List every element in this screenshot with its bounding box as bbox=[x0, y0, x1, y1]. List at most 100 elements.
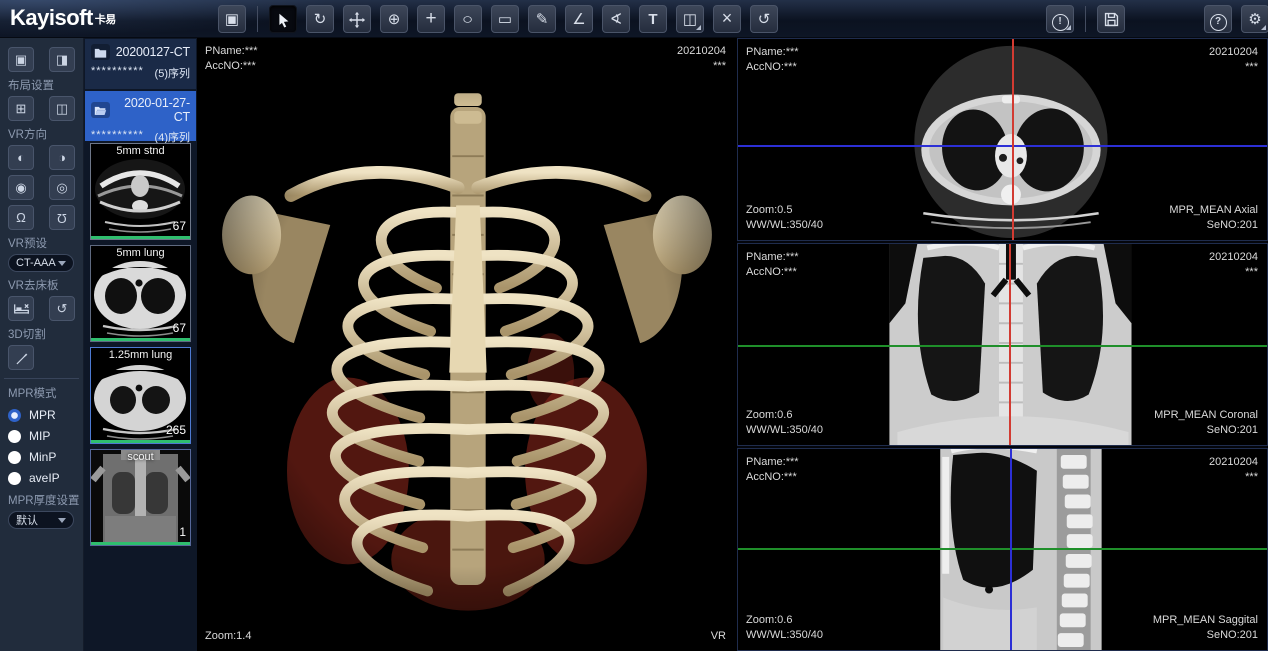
thumbnail-progress-bar bbox=[91, 338, 190, 341]
radio-mip[interactable]: MIP bbox=[8, 429, 75, 443]
vr-feet-button[interactable]: Ω bbox=[49, 205, 75, 230]
radio-icon bbox=[8, 430, 21, 443]
vr-preset-select[interactable]: CT-AAA bbox=[8, 254, 74, 272]
radio-icon bbox=[8, 472, 21, 485]
rectangle-icon: ▭ bbox=[498, 11, 512, 28]
thumbnail-progress-bar bbox=[91, 440, 190, 443]
delete-annotation-button[interactable]: × bbox=[713, 5, 741, 33]
vr-left-button[interactable]: ◉ bbox=[8, 175, 34, 200]
radio-selected-icon bbox=[8, 409, 21, 422]
close-icon: × bbox=[722, 8, 733, 28]
vr-viewport[interactable]: PName:*** AccNO:*** 20210204 *** Zoom:1.… bbox=[197, 38, 735, 651]
study-item-2-selected[interactable]: 2020-01-27-CT ********** (4)序列 bbox=[85, 91, 196, 141]
report-icon: ! bbox=[1052, 14, 1069, 31]
thumbnail-image-count: 1 bbox=[179, 525, 186, 539]
layout-single-button[interactable]: ▣ bbox=[8, 47, 34, 72]
window-level-icon: ◫ bbox=[683, 11, 697, 28]
thumbnail-label: 5mm lung bbox=[91, 247, 190, 259]
axial-crosshair-vertical[interactable] bbox=[1012, 39, 1014, 240]
thumbnail-label: 5mm stnd bbox=[91, 145, 190, 157]
settings-button[interactable]: ⚙ bbox=[1241, 5, 1268, 33]
zoom-tool-button[interactable]: ⊕ bbox=[380, 5, 408, 33]
vr-ribcage-render bbox=[197, 48, 735, 648]
thumbnail-image bbox=[91, 450, 190, 545]
report-button[interactable]: ! bbox=[1046, 5, 1074, 33]
measure-line-tool-button[interactable]: ✎ bbox=[528, 5, 556, 33]
ellipse-icon: ○ bbox=[462, 7, 473, 32]
layout-panel-button[interactable]: ◨ bbox=[49, 47, 75, 72]
bed-reset-button[interactable]: ↺ bbox=[49, 296, 75, 321]
vr-anterior-button[interactable]: ◐ bbox=[8, 145, 34, 170]
top-toolbar: Kayisoft卡易 ▣ ↻ ⊕ + ○ ▭ ✎ ∠ ∢ T ◫ × ↺ ! ? bbox=[0, 0, 1268, 38]
coronal-crosshair-vertical[interactable] bbox=[1009, 244, 1011, 445]
ellipse-roi-tool-button[interactable]: ○ bbox=[454, 5, 482, 33]
angle-tool-button[interactable]: ∠ bbox=[565, 5, 593, 33]
mpr-axial-viewport[interactable]: PName:*** AccNO:*** 20210204 *** Zoom:0.… bbox=[737, 38, 1268, 241]
reset-view-button[interactable]: ↺ bbox=[750, 5, 778, 33]
radio-mip-label: MIP bbox=[29, 429, 50, 443]
mpr-thickness-select[interactable]: 默认 bbox=[8, 511, 74, 529]
vr-head-button[interactable]: Ω bbox=[8, 205, 34, 230]
radio-aveip[interactable]: aveIP bbox=[8, 471, 75, 485]
text-annotation-tool-button[interactable]: T bbox=[639, 5, 667, 33]
remove-bed-button[interactable] bbox=[8, 296, 34, 321]
series-thumbnail-1-25mm-lung[interactable]: 1.25mm lung 265 bbox=[90, 347, 191, 444]
help-button[interactable]: ? bbox=[1204, 5, 1232, 33]
mpr-coronal-viewport[interactable]: PName:*** AccNO:*** 20210204 *** Zoom:0.… bbox=[737, 243, 1268, 446]
pan-tool-button[interactable] bbox=[343, 5, 371, 33]
bed-icon bbox=[13, 301, 30, 316]
toolbar-divider bbox=[257, 6, 258, 32]
series-thumbnail-5mm-lung[interactable]: 5mm lung 67 bbox=[90, 245, 191, 342]
thumbnail-image-count: 67 bbox=[173, 219, 186, 233]
thumbnail-label: scout bbox=[91, 451, 190, 463]
radio-minp-label: MinP bbox=[29, 450, 56, 464]
scalpel-icon bbox=[14, 350, 29, 365]
sagittal-crosshair-vertical[interactable] bbox=[1010, 449, 1012, 650]
radio-mpr[interactable]: MPR bbox=[8, 408, 75, 422]
window-level-tool-button[interactable]: ◫ bbox=[676, 5, 704, 33]
toolbar-right-group: ? ⚙ bbox=[1204, 5, 1268, 33]
layout-tool-button[interactable]: ▣ bbox=[218, 5, 246, 33]
coronal-crosshair-horizontal[interactable] bbox=[738, 345, 1267, 347]
study-date: 2020-01-27-CT bbox=[114, 96, 190, 124]
thumbnail-image-count: 265 bbox=[166, 423, 186, 437]
ct-workstation-app: Kayisoft卡易 ▣ ↻ ⊕ + ○ ▭ ✎ ∠ ∢ T ◫ × ↺ ! ? bbox=[0, 0, 1268, 651]
save-button[interactable] bbox=[1097, 5, 1125, 33]
series-thumbnail-scout[interactable]: scout 1 bbox=[90, 449, 191, 546]
vr-posterior-icon: ◑ bbox=[58, 150, 66, 165]
radio-minp[interactable]: MinP bbox=[8, 450, 75, 464]
left-sidebar: ▣ ◨ 布局设置 ⊞ ◫ VR方向 ◐ ◑ ◉ ◎ Ω Ω VR预设 CT-AA… bbox=[0, 38, 84, 651]
pan-icon bbox=[348, 11, 366, 28]
toolbar-mid-group: ! bbox=[1046, 5, 1125, 33]
layout-split-button[interactable]: ◫ bbox=[49, 96, 75, 121]
radio-aveip-label: aveIP bbox=[29, 471, 60, 485]
rotate-3d-tool-button[interactable]: ↻ bbox=[306, 5, 334, 33]
mpr-sagittal-viewport[interactable]: PName:*** AccNO:*** 20210204 *** Zoom:0.… bbox=[737, 448, 1268, 651]
text-icon: T bbox=[648, 11, 657, 28]
mpr-panel-column: PName:*** AccNO:*** 20210204 *** Zoom:0.… bbox=[737, 38, 1268, 651]
cobb-angle-icon: ∢ bbox=[610, 11, 623, 28]
sagittal-crosshair-horizontal[interactable] bbox=[738, 548, 1267, 550]
cursor-tool-button[interactable] bbox=[269, 5, 297, 33]
vr-preset-label: VR预设 bbox=[8, 235, 75, 251]
radio-icon bbox=[8, 451, 21, 464]
rotate-3d-icon: ↻ bbox=[314, 11, 327, 28]
crosshair-tool-button[interactable]: + bbox=[417, 5, 445, 33]
study-patient-id: ********** bbox=[91, 65, 144, 81]
help-icon: ? bbox=[1210, 14, 1227, 31]
vr-right-button[interactable]: ◎ bbox=[49, 175, 75, 200]
axial-slice-image bbox=[738, 39, 1267, 240]
layout-grid-button[interactable]: ⊞ bbox=[8, 96, 34, 121]
scalpel-button[interactable] bbox=[8, 345, 34, 370]
cobb-angle-tool-button[interactable]: ∢ bbox=[602, 5, 630, 33]
reset-icon: ↺ bbox=[57, 301, 68, 316]
study-item-1[interactable]: 20200127-CT ********** (5)序列 bbox=[85, 39, 196, 89]
layout-single-icon: ▣ bbox=[15, 52, 27, 67]
layout-settings-label: 布局设置 bbox=[8, 77, 75, 93]
series-thumbnail-5mm-stnd[interactable]: 5mm stnd 67 bbox=[90, 143, 191, 240]
series-panel: 20200127-CT ********** (5)序列 2020-01-27-… bbox=[84, 38, 197, 651]
rect-roi-tool-button[interactable]: ▭ bbox=[491, 5, 519, 33]
mpr-thickness-value: 默认 bbox=[16, 512, 38, 528]
axial-crosshair-horizontal[interactable] bbox=[738, 145, 1267, 147]
vr-posterior-button[interactable]: ◑ bbox=[49, 145, 75, 170]
